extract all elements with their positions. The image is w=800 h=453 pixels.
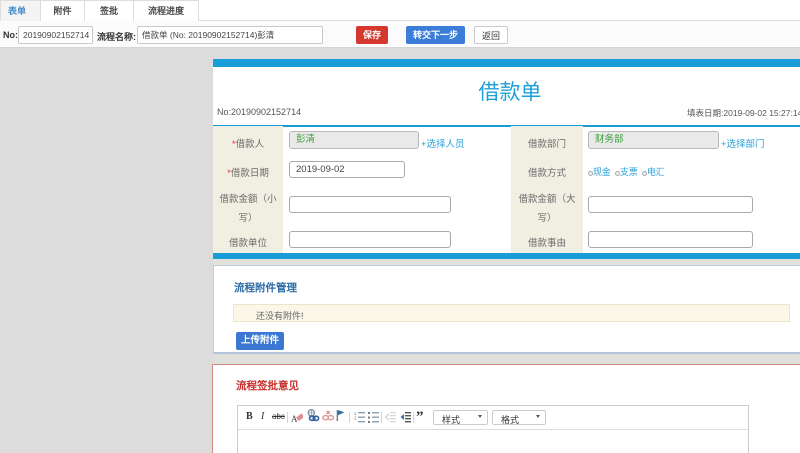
svg-text:2: 2 [354,416,357,421]
